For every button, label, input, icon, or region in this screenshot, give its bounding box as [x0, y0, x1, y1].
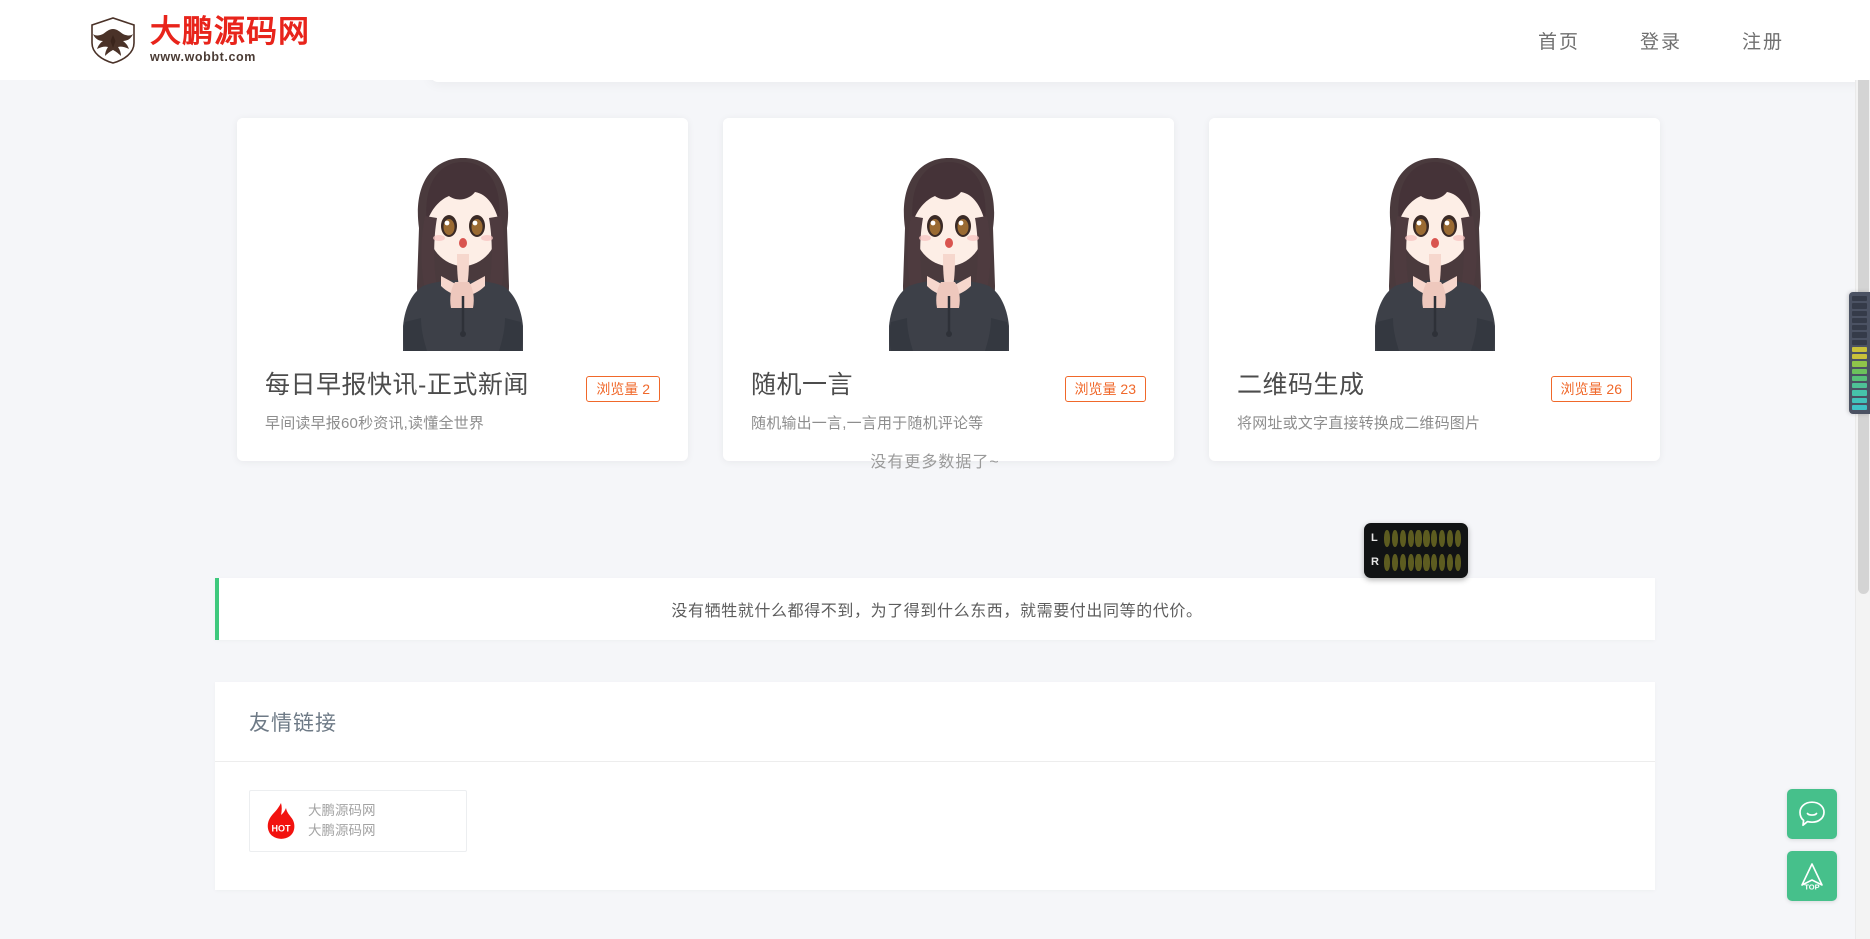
led-cell: [1454, 530, 1461, 547]
led-segment: [1852, 361, 1867, 367]
back-to-top-button[interactable]: TOP: [1787, 851, 1837, 901]
led-segment: [1852, 354, 1867, 360]
audio-meter-right-cells: [1384, 554, 1461, 571]
audio-meter-left-cells: [1384, 530, 1461, 547]
led-segment: [1852, 404, 1867, 410]
audio-meter-left-label: L: [1371, 532, 1378, 544]
led-cell: [1431, 530, 1438, 547]
led-cell: [1407, 530, 1414, 547]
friend-links-header: 友情链接: [215, 682, 1655, 762]
led-cell: [1391, 530, 1399, 547]
led-cell: [1431, 554, 1438, 571]
floating-action-stack: TOP: [1787, 789, 1837, 901]
brand-text: 大鹏源码网 www.wobbt.com: [150, 13, 310, 65]
audio-meter-left-row: L: [1371, 529, 1461, 548]
friend-link-sub: 大鹏源码网: [308, 822, 376, 838]
audio-meter-right-label: R: [1371, 556, 1379, 568]
svg-text:HOT: HOT: [272, 824, 292, 834]
led-segment: [1852, 317, 1867, 323]
led-segment: [1852, 325, 1867, 331]
led-segment: [1852, 296, 1867, 302]
brand-title: 大鹏源码网: [150, 13, 310, 49]
hot-flame-icon: HOT: [267, 803, 295, 839]
top-label: TOP: [1804, 883, 1819, 892]
feedback-button[interactable]: [1787, 789, 1837, 839]
card-description: 早间读早报60秒资讯,读懂全世界: [265, 415, 485, 432]
led-segment: [1852, 397, 1867, 403]
app-card[interactable]: 每日早报快讯-正式新闻 浏览量 2 早间读早报60秒资讯,读懂全世界: [237, 118, 688, 461]
led-segment: [1852, 332, 1867, 338]
friend-links-body: HOT 大鹏源码网 大鹏源码网: [215, 762, 1655, 890]
led-segment: [1852, 339, 1867, 345]
led-cell: [1399, 530, 1407, 547]
led-cell: [1423, 530, 1430, 547]
led-segment: [1852, 346, 1867, 352]
led-cell: [1415, 554, 1422, 571]
led-cell: [1399, 554, 1407, 571]
led-cell: [1391, 554, 1399, 571]
brand-url: www.wobbt.com: [150, 50, 256, 65]
site-logo[interactable]: 大鹏源码网 www.wobbt.com: [86, 12, 310, 68]
eagle-shield-logo: [91, 17, 135, 64]
led-cell: [1384, 554, 1391, 571]
no-more-data-text: 没有更多数据了~: [870, 454, 1000, 471]
led-cell: [1423, 554, 1430, 571]
audio-meter-right-row: R: [1371, 553, 1461, 572]
audio-level-meter-widget[interactable]: L R: [1364, 523, 1468, 578]
led-segment: [1852, 375, 1867, 381]
friend-links-title: 友情链接: [249, 711, 337, 735]
led-segment: [1852, 310, 1867, 316]
app-card[interactable]: 二维码生成 浏览量 26 将网址或文字直接转换成二维码图片: [1209, 118, 1660, 461]
card-title: 每日早报快讯-正式新闻: [265, 371, 529, 399]
led-cell: [1407, 554, 1414, 571]
led-segment: [1852, 368, 1867, 374]
nav-home[interactable]: 首页: [1538, 27, 1580, 54]
vertical-led-meter-widget[interactable]: [1849, 292, 1870, 414]
nav-login[interactable]: 登录: [1640, 27, 1682, 54]
page-root: 每日早报快讯-正式新闻 浏览量 2 早间读早报60秒资讯,读懂全世界 随机一言 …: [0, 0, 1870, 939]
led-segment: [1852, 390, 1867, 396]
led-cell: [1438, 530, 1446, 547]
led-cell: [1446, 554, 1454, 571]
arrow-up-icon: TOP: [1801, 863, 1823, 892]
nav-register[interactable]: 注册: [1742, 27, 1784, 54]
app-card[interactable]: 随机一言 浏览量 23 随机输出一言,一言用于随机评论等: [723, 118, 1174, 461]
anime-girl-illustration: [723, 118, 1174, 358]
led-cell: [1446, 530, 1454, 547]
smiley-chat-icon: [1799, 801, 1825, 827]
card-body: 二维码生成 浏览量 26 将网址或文字直接转换成二维码图片: [1209, 358, 1660, 461]
app-card-grid: 每日早报快讯-正式新闻 浏览量 2 早间读早报60秒资讯,读懂全世界 随机一言 …: [237, 118, 1661, 461]
view-count-badge: 浏览量 23: [1064, 376, 1146, 402]
card-title: 二维码生成: [1237, 371, 1365, 399]
led-cell: [1454, 554, 1461, 571]
quote-text: 没有牺牲就什么都得不到，为了得到什么东西，就需要付出同等的代价。: [671, 603, 1203, 620]
card-description: 将网址或文字直接转换成二维码图片: [1237, 415, 1481, 432]
led-segment: [1852, 303, 1867, 309]
page-scrollbar-track[interactable]: [1855, 0, 1870, 939]
card-title: 随机一言: [751, 371, 854, 399]
led-cell: [1415, 530, 1422, 547]
led-segment: [1852, 383, 1867, 389]
card-body: 每日早报快讯-正式新闻 浏览量 2 早间读早报60秒资讯,读懂全世界: [237, 358, 688, 461]
led-cell: [1384, 530, 1391, 547]
view-count-badge: 浏览量 26: [1550, 376, 1632, 402]
card-body: 随机一言 浏览量 23 随机输出一言,一言用于随机评论等: [723, 358, 1174, 461]
quote-banner: 没有牺牲就什么都得不到，为了得到什么东西，就需要付出同等的代价。: [215, 578, 1655, 640]
view-count-badge: 浏览量 2: [586, 376, 660, 402]
main-navigation: 首页 登录 注册: [1538, 27, 1784, 54]
led-cell: [1438, 554, 1446, 571]
site-header: 大鹏源码网 www.wobbt.com 首页 登录 注册: [0, 0, 1870, 80]
friend-link-texts: 大鹏源码网 大鹏源码网: [308, 803, 376, 840]
friend-link-item[interactable]: HOT 大鹏源码网 大鹏源码网: [249, 790, 467, 852]
friend-links-panel: 友情链接 HOT 大鹏源码网 大鹏源码网: [215, 682, 1655, 890]
anime-girl-illustration: [237, 118, 688, 358]
anime-girl-illustration: [1209, 118, 1660, 358]
card-description: 随机输出一言,一言用于随机评论等: [751, 415, 984, 432]
friend-link-name: 大鹏源码网: [308, 802, 376, 818]
